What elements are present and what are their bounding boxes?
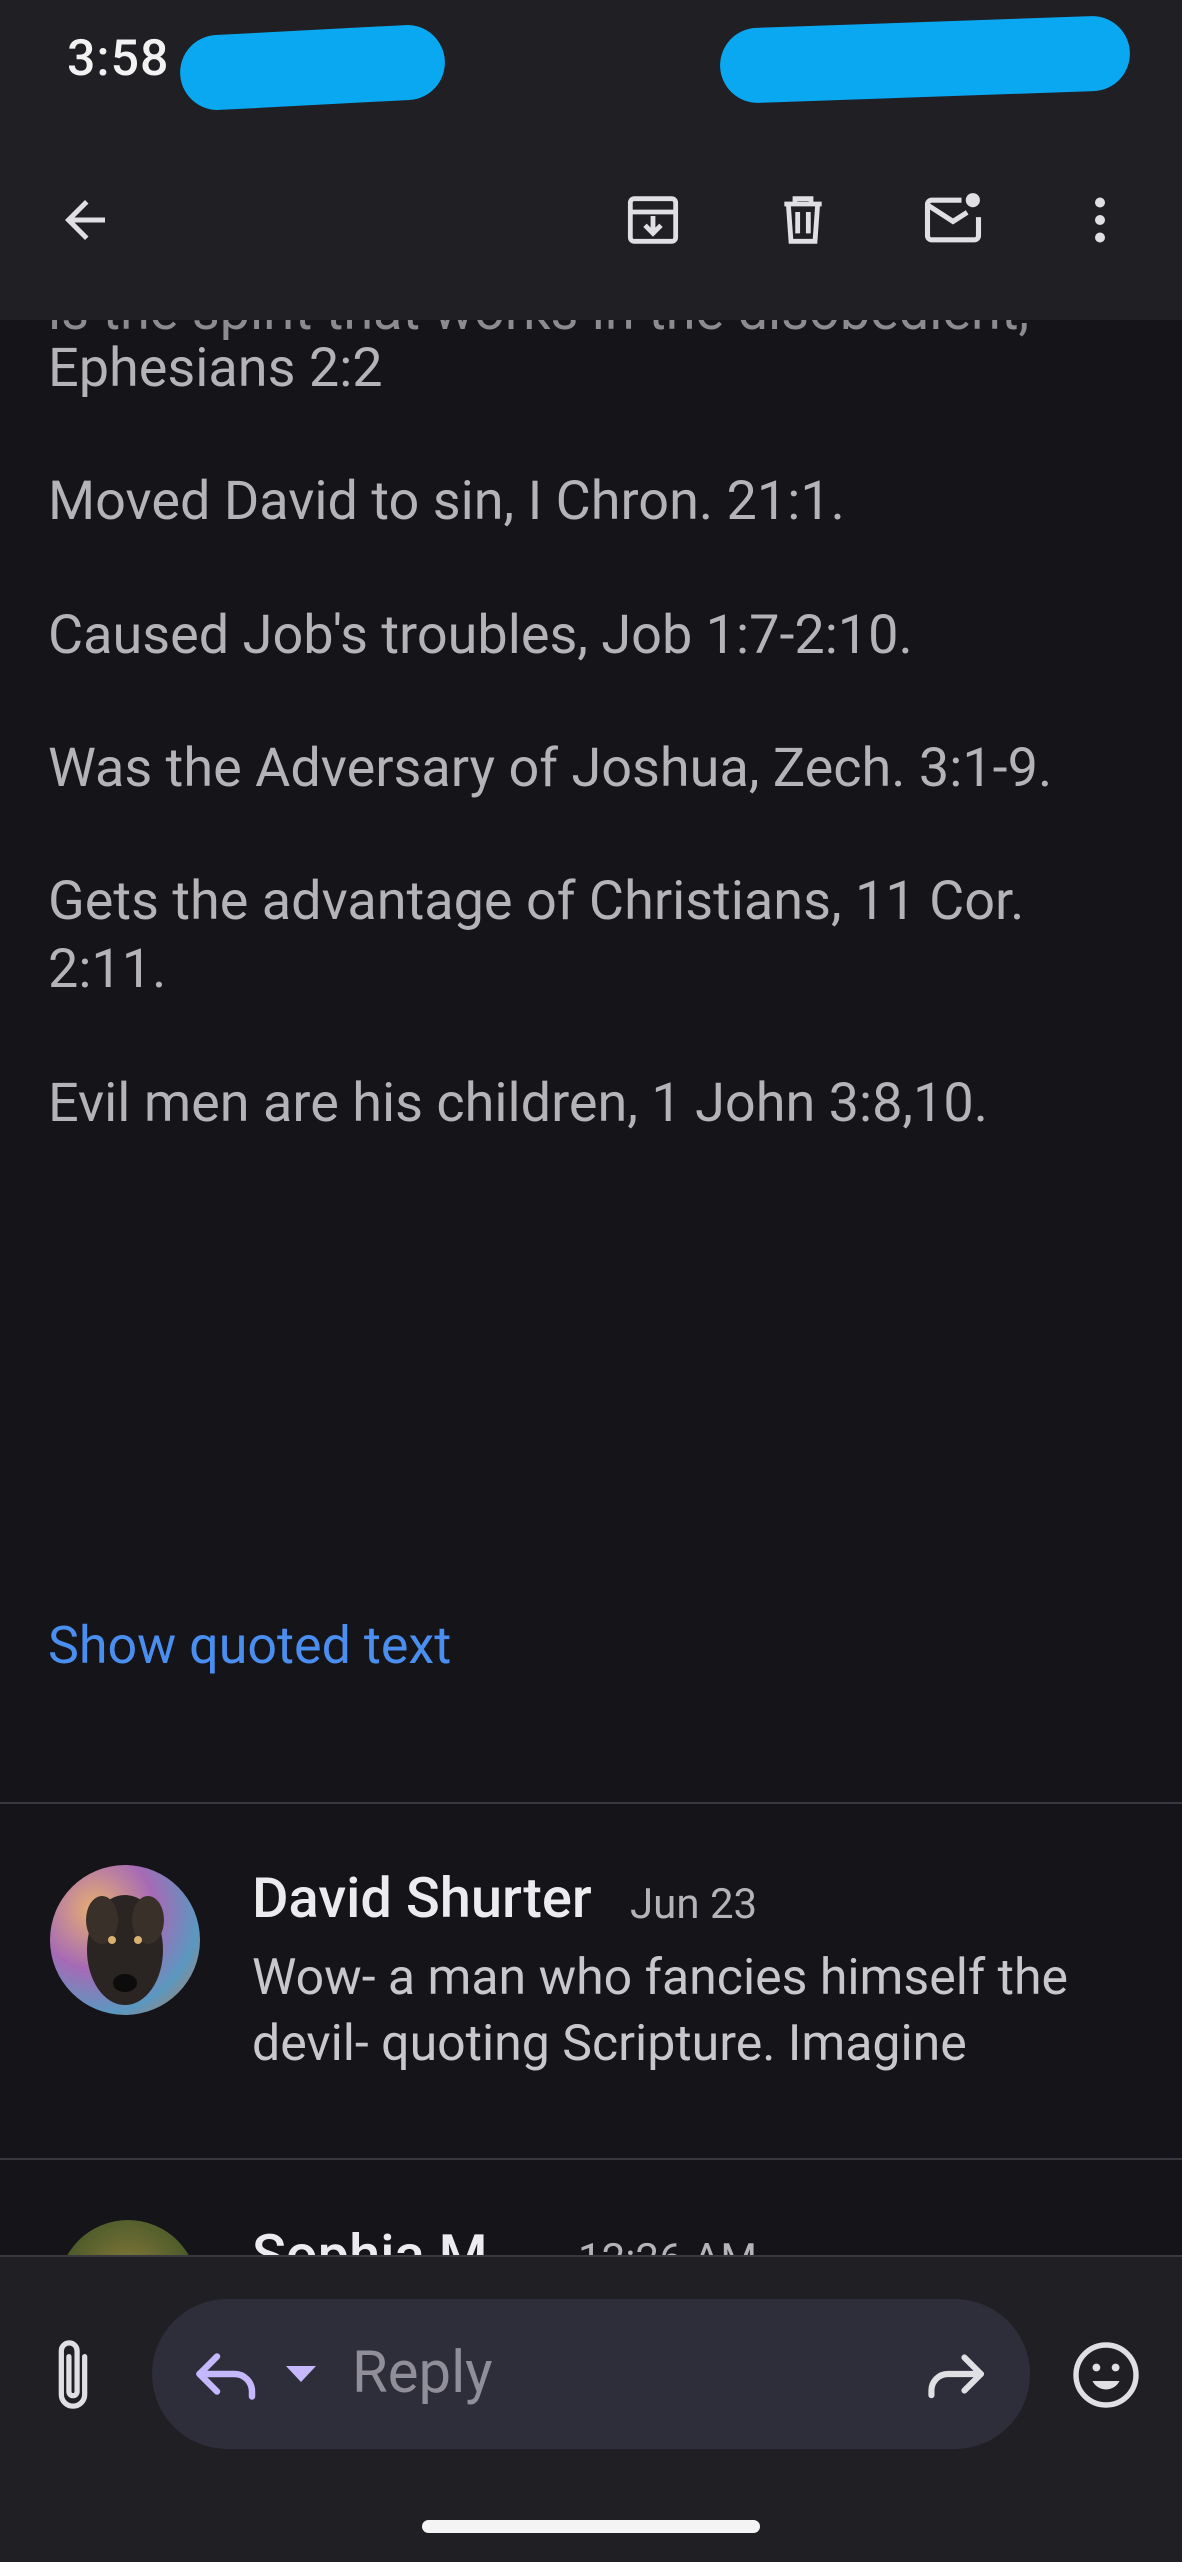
message-paragraph: Evil men are his children, 1 John 3:8,10… [48,1072,988,1135]
divider [0,1802,1182,1804]
sender-name: Sophia M [252,2222,488,2255]
reply-input[interactable]: Reply [152,2299,1030,2449]
emoji-button[interactable] [1070,2339,1142,2411]
message-date: 12:26 AM [578,2235,757,2255]
arrow-left-icon [65,200,105,240]
status-time: 3:58 [67,30,170,88]
attach-button[interactable] [38,2332,108,2422]
status-bar: 3:58 [0,0,1182,120]
trash-icon [784,196,822,244]
reply-bar: Reply [0,2255,1182,2562]
message-paragraph: Gets the advantage of Christians, 11 Cor… [48,870,1025,1001]
archive-icon [627,196,679,244]
home-indicator[interactable] [422,2520,760,2533]
redaction-mark [718,14,1132,105]
message-view[interactable]: is the spirit that works in the disobedi… [0,320,1182,2255]
divider [0,2158,1182,2160]
message-paragraph: Was the Adversary of Joshua, Zech. 3:1-9… [48,737,1053,800]
message-paragraph: Ephesians 2:2 [48,337,383,400]
more-vert-icon [1095,197,1105,243]
back-button[interactable] [40,175,130,265]
sender-name: David Shurter [252,1865,592,1931]
reply-icon [196,2353,256,2400]
message-paragraph: Moved David to sin, I Chron. 21:1. [48,470,845,533]
delete-button[interactable] [758,175,848,265]
message-toolbar [0,120,1182,320]
paperclip-icon [58,2340,88,2409]
dog-avatar-image [86,1895,164,2005]
message-snippet: Wow- a man who fancies himself the devil… [252,1949,1069,2073]
mail-unread-icon [924,193,982,243]
forward-icon[interactable] [922,2344,988,2404]
show-quoted-text-link[interactable]: Show quoted text [48,1615,451,1676]
caret-down-icon[interactable] [284,2364,318,2384]
more-options-button[interactable] [1055,175,1145,265]
emoji-icon [1073,2342,1139,2408]
redaction-mark [178,23,447,112]
mark-unread-button[interactable] [908,175,998,265]
avatar [50,1865,200,2015]
reply-label: Reply [352,2339,493,2407]
message-date: Jun 23 [630,1880,758,1929]
avatar [58,2220,198,2255]
message-paragraph: Caused Job's troubles, Job 1:7-2:10. [48,604,913,667]
archive-button[interactable] [608,175,698,265]
